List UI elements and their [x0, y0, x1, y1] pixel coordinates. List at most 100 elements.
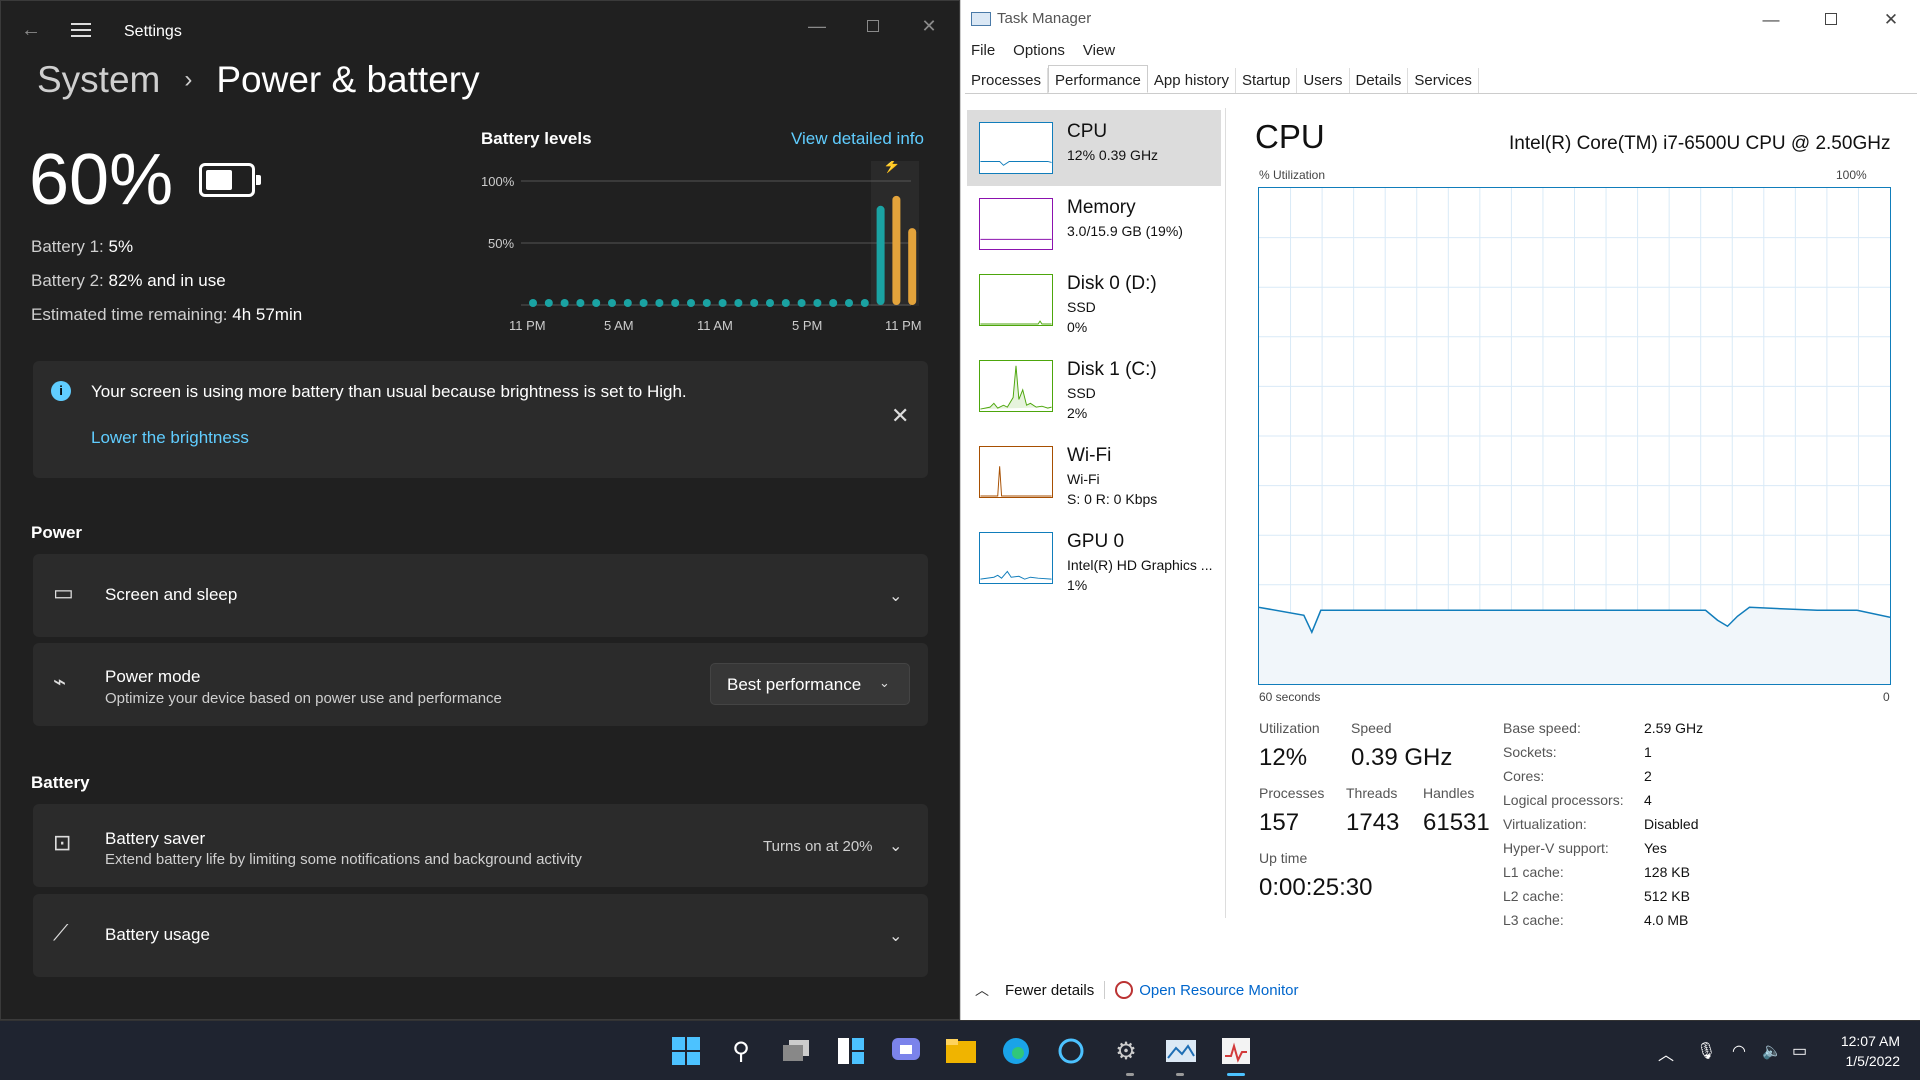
battery-level-dot [671, 299, 680, 307]
open-resource-monitor-link[interactable]: Open Resource Monitor [1139, 982, 1298, 999]
tab-startup[interactable]: Startup [1236, 68, 1298, 93]
close-button[interactable]: ✕ [1871, 6, 1911, 34]
battery-level-dot [655, 299, 664, 307]
sidebar-item-disk0[interactable]: Disk 0 (D:) SSD 0% [967, 262, 1221, 338]
chat-icon[interactable] [886, 1031, 926, 1071]
battery-percentage: 60% [29, 140, 174, 220]
screen-sleep-icon: ▭ [53, 580, 74, 605]
sidebar-item-memory[interactable]: Memory 3.0/15.9 GB (19%) [967, 186, 1221, 262]
battery-level-dot [781, 299, 790, 307]
lower-brightness-link[interactable]: Lower the brightness [91, 428, 249, 448]
photos-icon[interactable] [1161, 1031, 1201, 1071]
battery-levels-title: Battery levels [481, 129, 592, 148]
battery-tray-icon[interactable]: ▭ [1792, 1041, 1807, 1061]
detail-key: L1 cache: [1503, 864, 1564, 880]
graph-time-zero: 0 [1883, 690, 1890, 704]
detail-key: Cores: [1503, 768, 1545, 784]
microphone-icon[interactable]: 🎙 [1696, 1041, 1716, 1061]
wifi-icon[interactable]: ◠ [1732, 1041, 1746, 1061]
page-title: Power & battery [216, 59, 480, 100]
chevron-up-icon[interactable]: ︿ [1658, 1041, 1674, 1065]
back-arrow-icon[interactable]: ← [21, 19, 41, 42]
chevron-up-icon[interactable]: ︿ [975, 980, 989, 1000]
sidebar-item-wifi[interactable]: Wi-Fi Wi-Fi S: 0 R: 0 Kbps [967, 434, 1221, 510]
battery-usage-card[interactable]: ⟋ Battery usage ⌄ [33, 894, 928, 977]
battery-level-dot [544, 299, 553, 307]
sidebar-item-disk1[interactable]: Disk 1 (C:) SSD 2% [967, 348, 1221, 424]
footer-divider [1104, 981, 1106, 999]
sidebar-item-cpu[interactable]: CPU 12% 0.39 GHz [967, 110, 1221, 186]
battery-level-dot [687, 299, 695, 307]
windows-start-icon[interactable] [666, 1031, 706, 1071]
tab-services[interactable]: Services [1408, 68, 1479, 93]
menu-view[interactable]: View [1083, 42, 1115, 59]
chevron-down-icon[interactable]: ⌄ [889, 926, 902, 946]
system-clock[interactable]: 12:07 AM 1/5/2022 [1834, 1031, 1900, 1071]
fewer-details-button[interactable]: Fewer details [1005, 982, 1094, 999]
dismiss-close-icon[interactable]: ✕ [891, 403, 909, 429]
gpu-thumbnail-graph [979, 532, 1053, 584]
x-tick-4: 5 PM [792, 318, 822, 333]
maximize-button[interactable] [1811, 6, 1851, 34]
cortana-icon[interactable] [1051, 1031, 1091, 1071]
breadcrumb-chevron-icon: › [184, 66, 193, 93]
detail-value: 1 [1644, 744, 1652, 760]
speed-value: 0.39 GHz [1351, 744, 1453, 771]
memory-thumbnail-graph [979, 198, 1053, 250]
widgets-icon[interactable] [831, 1031, 871, 1071]
edge-icon[interactable] [996, 1031, 1036, 1071]
battery-level-dot [718, 299, 727, 307]
battery-level-dot [766, 299, 774, 307]
tab-details[interactable]: Details [1350, 68, 1409, 93]
info-message: Your screen is using more battery than u… [91, 382, 687, 401]
tab-users[interactable]: Users [1297, 68, 1350, 93]
threads-value: 1743 [1346, 809, 1400, 836]
x-tick-2: 5 AM [604, 318, 634, 333]
maximize-button[interactable] [853, 11, 893, 41]
utilization-axis-label: % Utilization [1259, 168, 1326, 182]
sidebar-memory-detail: 3.0/15.9 GB (19%) [1067, 223, 1183, 239]
battery-saver-card[interactable]: ⊡ Battery saver Extend battery life by l… [33, 804, 928, 887]
sidebar-disk1-name: Disk 1 (C:) [1067, 359, 1157, 380]
task-manager-titlebar: Task Manager [971, 10, 1091, 27]
tab-processes[interactable]: Processes [965, 68, 1049, 93]
detail-value: Disabled [1644, 816, 1699, 832]
battery1-label: Battery 1: [31, 237, 104, 256]
task-manager-taskbar-icon[interactable] [1216, 1031, 1256, 1071]
sidebar-gpu-name: GPU 0 [1067, 531, 1125, 552]
search-icon[interactable]: ⚲ [721, 1031, 761, 1071]
utilization-label: Utilization [1259, 720, 1320, 736]
tab-app-history[interactable]: App history [1148, 68, 1236, 93]
battery-level-dot [797, 299, 806, 307]
menu-options[interactable]: Options [1013, 42, 1065, 59]
close-button[interactable]: ✕ [909, 11, 949, 41]
cpu-usage-area [1259, 607, 1890, 684]
menu-file[interactable]: File [971, 42, 995, 59]
power-mode-dropdown[interactable]: Best performance ⌄ [710, 663, 910, 705]
chevron-down-icon[interactable]: ⌄ [889, 586, 902, 606]
minimize-button[interactable]: — [1751, 6, 1791, 34]
view-detailed-info-link[interactable]: View detailed info [791, 129, 924, 149]
detail-key: Virtualization: [1503, 816, 1587, 832]
task-manager-active-indicator [1227, 1073, 1245, 1076]
task-view-icon[interactable] [776, 1031, 816, 1071]
sidebar-item-gpu[interactable]: GPU 0 Intel(R) HD Graphics ... 1% [967, 520, 1221, 596]
volume-icon[interactable]: 🔈 [1762, 1041, 1782, 1061]
chevron-down-icon[interactable]: ⌄ [889, 836, 902, 856]
settings-icon[interactable]: ⚙ [1106, 1031, 1146, 1071]
uptime-label: Up time [1259, 850, 1308, 866]
screen-and-sleep-card[interactable]: ▭ Screen and sleep ⌄ [33, 554, 928, 637]
sidebar-cpu-detail: 12% 0.39 GHz [1067, 147, 1159, 163]
tab-performance[interactable]: Performance [1048, 65, 1148, 93]
power-mode-label: Power mode [105, 667, 201, 686]
brightness-info-bar: i Your screen is using more battery than… [33, 361, 928, 478]
battery2-label: Battery 2: [31, 271, 104, 290]
sidebar-gpu-detail: Intel(R) HD Graphics ... [1067, 557, 1213, 573]
breadcrumb-system[interactable]: System [37, 59, 160, 101]
processes-value: 157 [1259, 809, 1300, 836]
hamburger-menu-icon[interactable] [71, 23, 91, 37]
uptime-value: 0:00:25:30 [1259, 874, 1373, 901]
cpu-thumbnail-graph [979, 122, 1053, 174]
file-explorer-icon[interactable] [941, 1031, 981, 1071]
minimize-button[interactable]: — [797, 11, 837, 41]
